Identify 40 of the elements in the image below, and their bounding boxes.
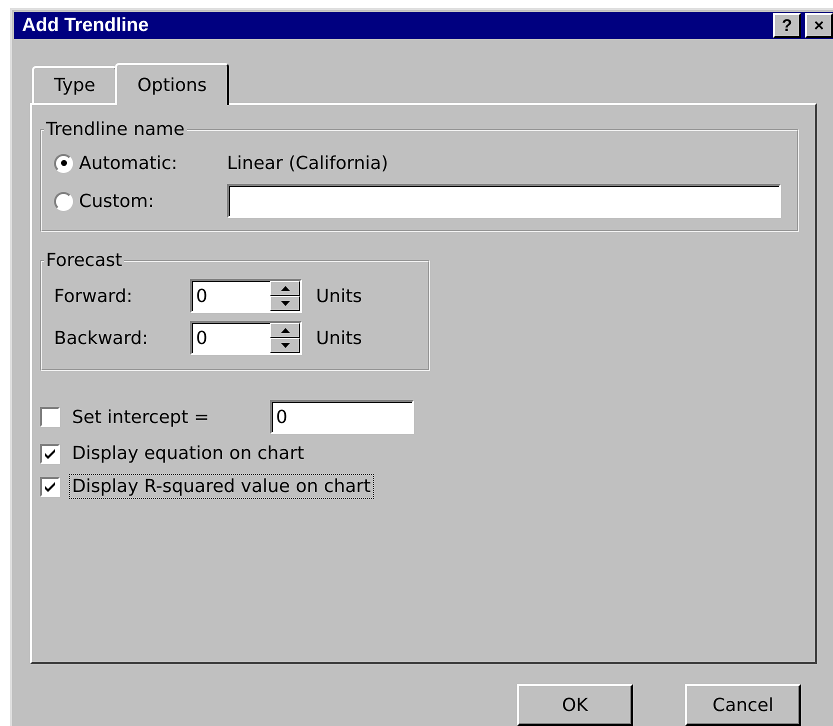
check-icon: [44, 448, 56, 459]
help-button[interactable]: ?: [773, 13, 801, 38]
group-legend: Forecast: [44, 250, 124, 271]
checkbox-label: Set intercept =: [71, 406, 210, 428]
checkbox[interactable]: [40, 476, 60, 496]
down-arrow-icon: [280, 343, 290, 348]
unit-label: Units: [316, 328, 362, 348]
up-arrow-icon: [280, 328, 290, 333]
unit-label: Units: [316, 286, 362, 306]
check-icon: [44, 481, 56, 492]
trendline-name-value: Linear (California): [227, 152, 388, 174]
spin-up-button[interactable]: [270, 281, 300, 296]
spin-field[interactable]: 0: [190, 321, 302, 355]
dialog-button[interactable]: Cancel: [685, 684, 801, 726]
checkbox-label: Display equation on chart: [71, 442, 306, 465]
option-label: Custom:: [79, 190, 156, 212]
forecast-label: Forward:: [54, 286, 134, 306]
checkbox-label: Display R-squared value on chart: [70, 475, 373, 498]
intercept-field[interactable]: 0: [270, 400, 414, 434]
input-field[interactable]: [227, 184, 781, 218]
radio-button[interactable]: [54, 154, 73, 172]
tab[interactable]: Type: [32, 66, 118, 103]
spin-down-button[interactable]: [270, 338, 300, 353]
spin-field[interactable]: 0: [190, 279, 302, 313]
checkbox[interactable]: [40, 444, 60, 464]
group-legend: Trendline name: [44, 119, 187, 140]
dialog-button[interactable]: OK: [517, 684, 633, 726]
field-value: 0: [196, 328, 208, 348]
spin-up-button[interactable]: [270, 323, 300, 338]
down-arrow-icon: [280, 301, 290, 306]
option-label: Automatic:: [79, 152, 178, 174]
up-arrow-icon: [280, 286, 290, 291]
checkbox[interactable]: [40, 407, 60, 427]
radio-button[interactable]: [54, 192, 73, 210]
close-button[interactable]: ×: [805, 13, 833, 38]
spin-down-button[interactable]: [270, 296, 300, 311]
tab[interactable]: Options: [115, 63, 229, 105]
forecast-label: Backward:: [54, 328, 150, 348]
field-value: 0: [196, 286, 208, 306]
window-title: Add Trendline: [22, 14, 150, 36]
